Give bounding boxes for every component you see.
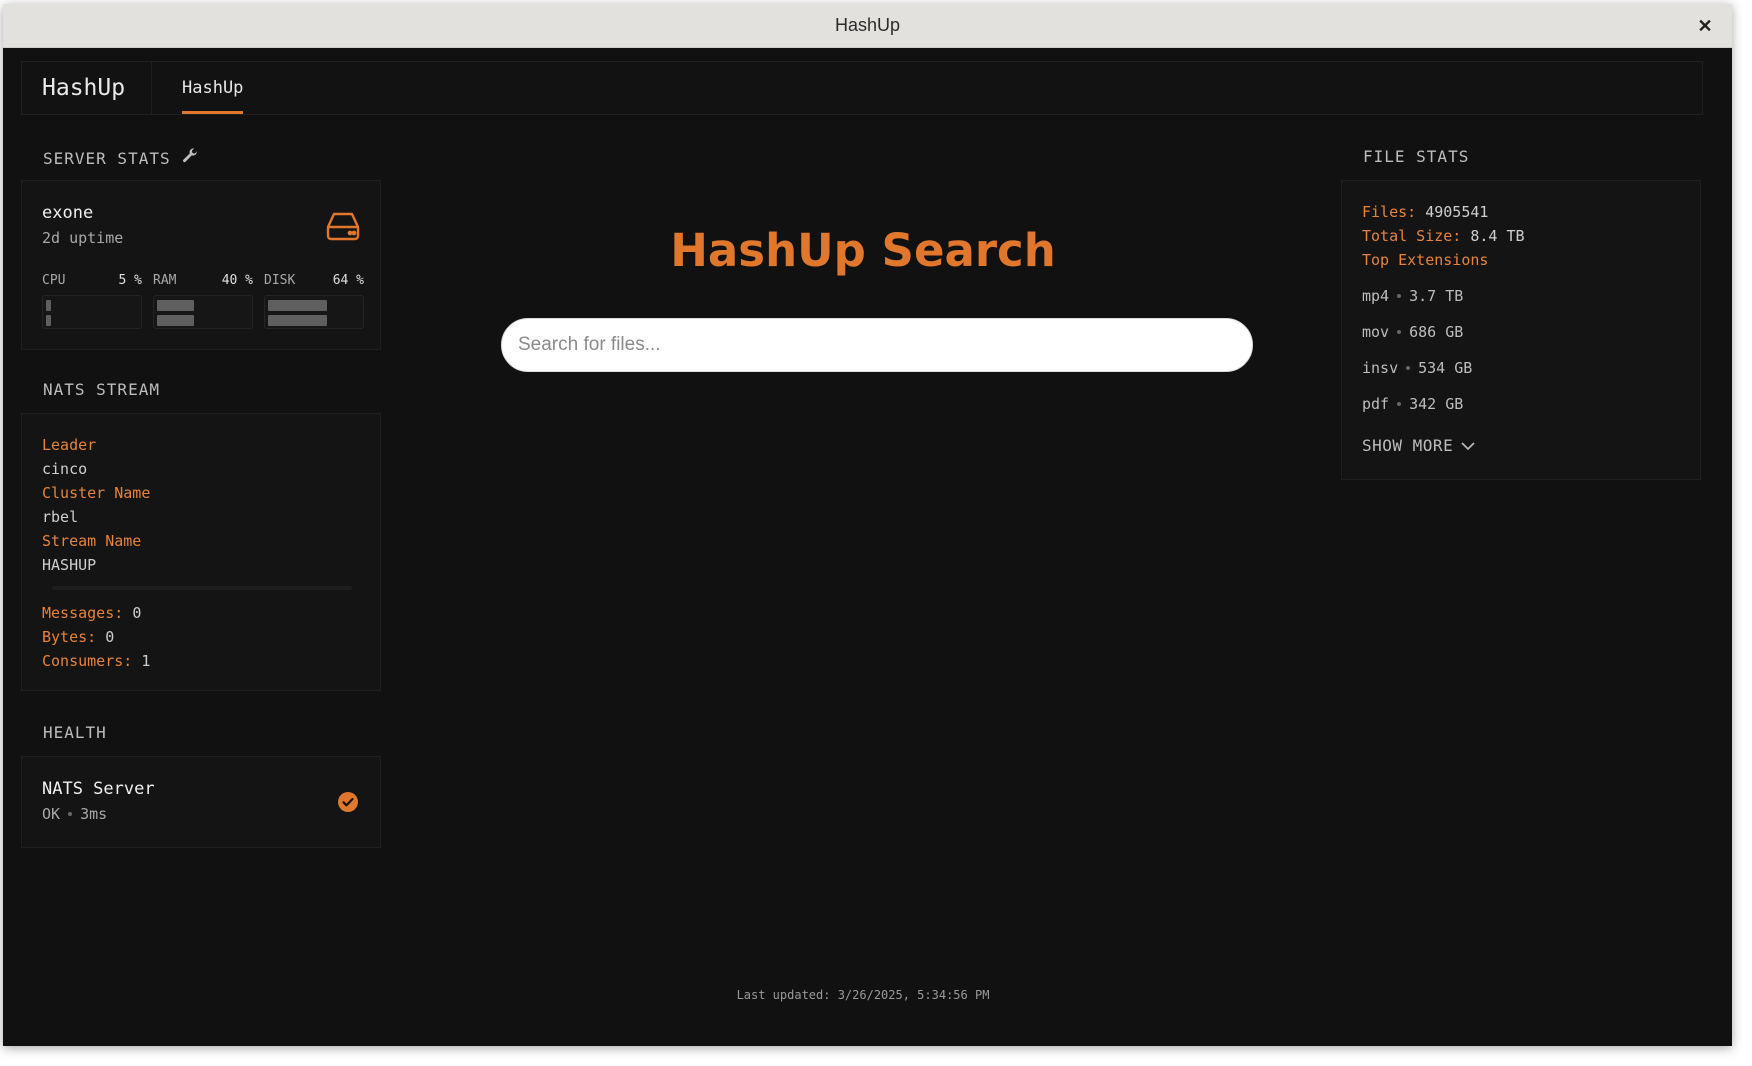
show-more-button[interactable]: SHOW MORE [1362, 436, 1475, 455]
app-header: HashUp HashUp [21, 61, 1703, 115]
nats-stream-heading: NATS STREAM [43, 380, 160, 399]
show-more-label: SHOW MORE [1362, 436, 1454, 455]
divider [52, 586, 352, 590]
extension-size: 3.7 TB [1409, 287, 1464, 305]
stream-name-value: HASHUP [42, 556, 97, 574]
window-title: HashUp [834, 15, 901, 35]
title-bar: HashUp ✕ [3, 4, 1732, 48]
extension-size: 686 GB [1409, 323, 1464, 341]
disk-value: 64 % [332, 273, 364, 288]
server-name: exone [42, 203, 94, 223]
nats-stream-card: Leader cinco Cluster Name rbel Stream Na… [21, 413, 381, 691]
bytes-value: 0 [105, 628, 115, 646]
total-size-value: 8.4 TB [1470, 227, 1525, 245]
total-size-label: Total Size: [1362, 227, 1462, 245]
brand-logo: HashUp [22, 62, 152, 114]
extension-name: mov [1362, 323, 1390, 341]
search-title: HashUp Search [670, 224, 1056, 277]
health-status-text: OK [42, 805, 61, 823]
top-extensions-label: Top Extensions [1362, 251, 1489, 269]
files-value: 4905541 [1425, 203, 1489, 221]
consumers-value: 1 [141, 652, 151, 670]
extension-name: mp4 [1362, 287, 1390, 305]
consumers-label: Consumers: [42, 652, 133, 670]
cpu-label: CPU [42, 273, 66, 288]
health-heading: HEALTH [43, 723, 107, 742]
bytes-row: Bytes: 0 [42, 628, 114, 646]
files-label: Files: [1362, 203, 1417, 221]
cpu-value: 5 % [118, 273, 142, 288]
extension-name: pdf [1362, 395, 1390, 413]
health-service-name: NATS Server [42, 779, 155, 799]
files-row: Files: 4905541 [1362, 203, 1488, 221]
close-icon[interactable]: ✕ [1692, 13, 1718, 39]
extension-name: insv [1362, 359, 1399, 377]
health-card: NATS Server OK 3ms [21, 756, 381, 848]
wrench-icon[interactable] [181, 147, 199, 169]
file-stats-card: Files: 4905541 Total Size: 8.4 TB Top Ex… [1341, 180, 1701, 480]
tab-hashup[interactable]: HashUp [182, 62, 244, 114]
cpu-bar [42, 295, 142, 329]
hard-drive-icon [326, 211, 360, 245]
consumers-row: Consumers: 1 [42, 652, 150, 670]
messages-label: Messages: [42, 604, 124, 622]
messages-value: 0 [132, 604, 142, 622]
messages-row: Messages: 0 [42, 604, 141, 622]
extension-row: pdf 342 GB [1362, 395, 1463, 413]
cluster-name-value: rbel [42, 508, 79, 526]
health-status: OK 3ms [42, 805, 107, 823]
bytes-label: Bytes: [42, 628, 97, 646]
extension-row: mov 686 GB [1362, 323, 1463, 341]
health-latency: 3ms [80, 805, 108, 823]
app-window: HashUp ✕ HashUp HashUp SERVER STATS exon… [3, 4, 1732, 1046]
extension-row: insv 534 GB [1362, 359, 1472, 377]
chevron-down-icon [1461, 436, 1475, 455]
disk-bar [264, 295, 364, 329]
server-stats-heading: SERVER STATS [43, 147, 199, 169]
disk-label: DISK [264, 273, 296, 288]
cluster-name-label: Cluster Name [42, 484, 151, 502]
total-size-row: Total Size: 8.4 TB [1362, 227, 1525, 245]
ram-label: RAM [153, 273, 177, 288]
ram-bar [153, 295, 253, 329]
file-stats-heading: FILE STATS [1363, 147, 1470, 166]
leader-label: Leader [42, 436, 97, 454]
server-stats-title: SERVER STATS [43, 148, 171, 168]
extension-size: 342 GB [1409, 395, 1464, 413]
leader-value: cinco [42, 460, 88, 478]
ram-value: 40 % [221, 273, 253, 288]
stream-name-label: Stream Name [42, 532, 142, 550]
extension-size: 534 GB [1418, 359, 1473, 377]
server-card: exone 2d uptime CPU 5 % RAM 40 % DISK 64… [21, 180, 381, 350]
check-circle-icon [338, 792, 358, 816]
search-input[interactable] [501, 318, 1253, 372]
server-uptime: 2d uptime [42, 229, 124, 247]
extension-row: mp4 3.7 TB [1362, 287, 1463, 305]
last-updated-text: Last updated: 3/26/2025, 5:34:56 PM [736, 988, 990, 1002]
